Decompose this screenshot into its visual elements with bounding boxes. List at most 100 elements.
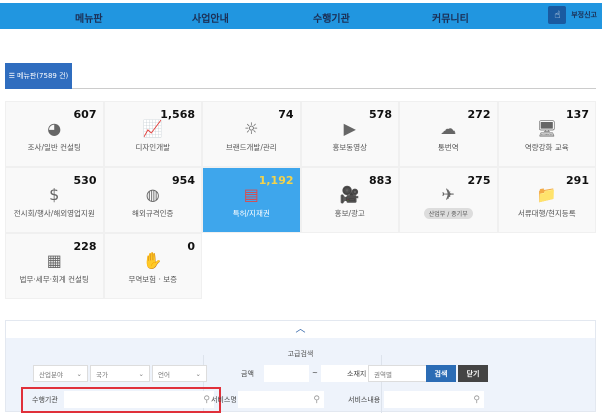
category-label: 조사/일반 컨설팅 bbox=[27, 143, 81, 152]
category-tile[interactable]: 0 ✋ 무역보험 · 보증 bbox=[103, 233, 202, 299]
category-count: 291 bbox=[566, 174, 589, 187]
category-label: 법무·세무·회계 컨설팅 bbox=[19, 275, 89, 284]
category-count: 228 bbox=[73, 240, 97, 253]
folder-icon: 📁 bbox=[536, 185, 557, 204]
search-button[interactable]: 검색 bbox=[426, 365, 456, 382]
empty-cell bbox=[498, 233, 597, 299]
plane-globe-icon: ✈ bbox=[441, 185, 455, 204]
video-laptop-icon: ▶ bbox=[343, 119, 356, 138]
collapse-button[interactable]: ︿ bbox=[6, 321, 595, 338]
org-label: 수행기관 bbox=[32, 396, 58, 404]
top-nav: 메뉴판 사업안내 수행기관 커뮤니티 ☝ 부정신고 bbox=[0, 3, 602, 29]
category-count: 954 bbox=[172, 174, 195, 187]
close-button[interactable]: 닫기 bbox=[458, 365, 488, 382]
amount-separator: ~ bbox=[312, 369, 318, 377]
amount-min-input[interactable] bbox=[264, 365, 309, 382]
nav-business[interactable]: 사업안내 bbox=[192, 10, 229, 25]
category-tile[interactable]: 1,192 ▤ 특허/지재권 bbox=[202, 167, 301, 233]
location-value: 권역별 bbox=[374, 370, 392, 379]
category-count: 530 bbox=[73, 174, 97, 187]
category-count: 0 bbox=[187, 240, 195, 253]
search-icon: ⚲ bbox=[313, 394, 320, 405]
tab-menu[interactable]: ☰ 메뉴판(7589 건) bbox=[5, 63, 72, 89]
category-label: 전시회/행사/해외영업지원 bbox=[13, 209, 95, 218]
calculator-icon: ▦ bbox=[46, 251, 62, 270]
advanced-search-panel: ︿ 고급검색 산업분야 ⌄ 국가 ⌄ 언어 ⌄ 금액 ~ 소재지 권역별 ⌄ 검색 닫기… bbox=[5, 320, 596, 413]
fingerprint-icon: ☝ bbox=[548, 6, 567, 24]
globe-cert-icon: ◍ bbox=[145, 185, 160, 204]
category-count: 74 bbox=[278, 108, 294, 121]
report-button[interactable]: ☝ 부정신고 bbox=[548, 6, 597, 24]
category-tile[interactable]: 137 🖥 역량강화 교육 bbox=[497, 101, 596, 167]
category-tile[interactable]: 578 ▶ 홍보동영상 bbox=[300, 101, 399, 167]
nav-agencies[interactable]: 수행기관 bbox=[313, 10, 350, 25]
service-content-label: 서비스내용 bbox=[348, 396, 381, 404]
tab-label: 메뉴판(7589 건) bbox=[17, 72, 69, 80]
country-select[interactable]: 국가 ⌄ bbox=[90, 365, 150, 382]
search-icon: ⚲ bbox=[473, 394, 480, 405]
category-label: 서류대행/현지등록 bbox=[517, 209, 576, 218]
category-label: 특허/지재권 bbox=[232, 209, 270, 218]
advanced-search-title: 고급검색 bbox=[287, 350, 314, 358]
category-count: 272 bbox=[467, 108, 491, 121]
category-count: 275 bbox=[467, 174, 491, 187]
translation-icon: ☁ bbox=[440, 119, 457, 138]
category-tile[interactable]: 272 ☁ 통번역 bbox=[399, 101, 498, 167]
category-grid: 607 ◕ 조사/일반 컨설팅 1,568 📈 디자인개발 74 ☼ 브랜드개발/관… bbox=[5, 101, 596, 299]
nav-menu[interactable]: 메뉴판 bbox=[75, 10, 103, 25]
chevron-up-icon: ︿ bbox=[295, 324, 306, 335]
category-tile[interactable]: 954 ◍ 해외규격인증 bbox=[103, 167, 202, 233]
category-label: 해외규격인증 bbox=[132, 209, 174, 218]
amount-label: 금액 bbox=[241, 370, 254, 378]
category-label: 무역보험 · 보증 bbox=[128, 275, 178, 284]
category-count: 578 bbox=[369, 108, 392, 121]
patent-icon: ▤ bbox=[243, 185, 259, 204]
country-value: 국가 bbox=[96, 370, 108, 379]
category-label: 디자인개발 bbox=[135, 143, 171, 152]
service-name-input[interactable]: ⚲ bbox=[238, 391, 324, 408]
category-count: 1,568 bbox=[160, 108, 195, 121]
category-tile[interactable]: 1,568 📈 디자인개발 bbox=[103, 101, 202, 167]
search-icon: ⚲ bbox=[203, 394, 210, 405]
category-count: 137 bbox=[566, 108, 589, 121]
chevron-down-icon: ⌄ bbox=[76, 369, 82, 378]
category-tile[interactable]: 530 $ 전시회/행사/해외영업지원 bbox=[5, 167, 104, 233]
category-count: 883 bbox=[369, 174, 392, 187]
category-count: 1,192 bbox=[258, 174, 294, 187]
category-tile[interactable]: 275 ✈ 산업부 / 중기부 bbox=[399, 167, 498, 233]
report-label: 부정신고 bbox=[571, 11, 597, 19]
idea-head-icon: ☼ bbox=[244, 119, 259, 138]
money-hands-icon: ✋ bbox=[142, 251, 163, 270]
service-name-label: 서비스명 bbox=[211, 396, 237, 404]
category-tile[interactable]: 883 🎥 홍보/광고 bbox=[300, 167, 399, 233]
category-label: 홍보동영상 bbox=[332, 143, 368, 152]
category-label: 브랜드개발/관리 bbox=[225, 143, 277, 152]
monitor-icon: 🖥 bbox=[536, 119, 557, 138]
language-value: 언어 bbox=[158, 370, 170, 379]
divider bbox=[381, 355, 382, 413]
category-label: 홍보/광고 bbox=[334, 209, 365, 218]
category-tile[interactable]: 74 ☼ 브랜드개발/관리 bbox=[202, 101, 301, 167]
laptop-dollar-icon: $ bbox=[49, 185, 60, 204]
chevron-down-icon: ⌄ bbox=[138, 369, 144, 378]
category-tile[interactable]: 228 ▦ 법무·세무·회계 컨설팅 bbox=[5, 233, 104, 299]
category-label: 역량강화 교육 bbox=[524, 143, 569, 152]
nav-community[interactable]: 커뮤니티 bbox=[432, 10, 469, 25]
language-select[interactable]: 언어 ⌄ bbox=[152, 365, 207, 382]
category-tile[interactable]: 291 📁 서류대행/현지등록 bbox=[497, 167, 596, 233]
service-content-input[interactable]: ⚲ bbox=[384, 391, 484, 408]
category-label: 통번역 bbox=[437, 143, 459, 152]
category-tile[interactable]: 607 ◕ 조사/일반 컨설팅 bbox=[5, 101, 104, 167]
category-count: 607 bbox=[73, 108, 97, 121]
empty-cell bbox=[301, 233, 400, 299]
empty-cell bbox=[202, 233, 301, 299]
category-label: 산업부 / 중기부 bbox=[423, 208, 473, 219]
empty-cell bbox=[399, 233, 498, 299]
org-search-input[interactable]: ⚲ bbox=[64, 391, 214, 408]
menu-icon: ☰ bbox=[8, 72, 15, 80]
design-chart-icon: 📈 bbox=[142, 119, 163, 138]
industry-select[interactable]: 산업분야 ⌄ bbox=[33, 365, 88, 382]
pie-chart-icon: ◕ bbox=[47, 119, 62, 138]
chevron-down-icon: ⌄ bbox=[195, 369, 201, 378]
camera-icon: 🎥 bbox=[339, 185, 360, 204]
